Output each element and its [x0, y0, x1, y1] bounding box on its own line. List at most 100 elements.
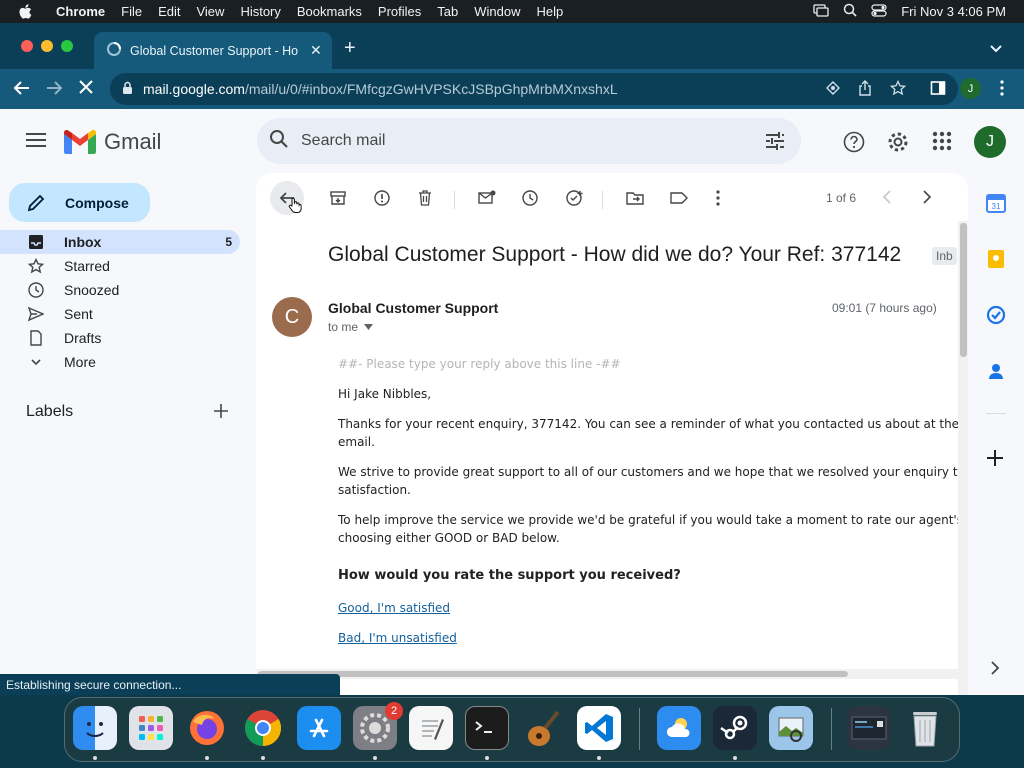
menu-tab[interactable]: Tab: [437, 4, 458, 19]
delete-trash-icon[interactable]: [418, 190, 432, 211]
side-panel-icon[interactable]: [930, 80, 946, 101]
menu-profiles[interactable]: Profiles: [378, 4, 421, 19]
dock-separator: [831, 708, 832, 750]
screenshot-thumbnail-icon[interactable]: [847, 706, 891, 750]
sidebar-item-inbox[interactable]: Inbox 5: [0, 230, 240, 254]
sidebar-item-snoozed[interactable]: Snoozed: [0, 278, 240, 302]
contacts-icon[interactable]: [986, 361, 1006, 386]
browser-tab-active[interactable]: Global Customer Support - Ho ✕: [94, 32, 332, 69]
scrollbar-thumb[interactable]: [258, 671, 848, 677]
screen-mirroring-icon[interactable]: [813, 3, 829, 20]
help-icon[interactable]: [843, 131, 865, 158]
search-icon[interactable]: [269, 129, 289, 154]
vscode-icon[interactable]: [577, 706, 621, 750]
sidebar-item-sent[interactable]: Sent: [0, 302, 240, 326]
more-options-dots-icon[interactable]: [716, 190, 720, 211]
menu-history[interactable]: History: [240, 4, 280, 19]
control-center-icon[interactable]: [871, 3, 887, 20]
menu-app-name[interactable]: Chrome: [56, 4, 105, 19]
tasks-icon[interactable]: [986, 305, 1006, 330]
new-tab-plus-icon[interactable]: +: [344, 37, 356, 60]
weather-icon[interactable]: [657, 706, 701, 750]
spotlight-search-icon[interactable]: [843, 3, 857, 20]
chrome-icon[interactable]: [241, 706, 285, 750]
get-add-ons-plus-icon[interactable]: [986, 449, 1004, 472]
forward-arrow-icon[interactable]: [45, 79, 63, 102]
sender-avatar[interactable]: C: [272, 297, 312, 337]
menu-clock[interactable]: Fri Nov 3 4:06 PM: [901, 4, 1006, 19]
draft-file-icon: [28, 330, 44, 349]
inbox-icon: [28, 234, 44, 253]
window-close-button[interactable]: [21, 40, 33, 52]
settings-gear-icon[interactable]: [887, 131, 909, 158]
steam-icon[interactable]: [713, 706, 757, 750]
sidebar-item-starred[interactable]: Starred: [0, 254, 240, 278]
sender-name[interactable]: Global Customer Support: [328, 300, 498, 316]
menu-file[interactable]: File: [121, 4, 142, 19]
menu-view[interactable]: View: [196, 4, 224, 19]
lock-icon[interactable]: [122, 81, 133, 98]
sidebar-item-drafts[interactable]: Drafts: [0, 326, 240, 350]
vertical-scrollbar[interactable]: [958, 221, 968, 695]
calendar-icon[interactable]: 31: [986, 193, 1006, 218]
keep-notes-icon[interactable]: [986, 249, 1006, 274]
share-icon[interactable]: [858, 80, 872, 101]
add-to-tasks-icon[interactable]: [566, 190, 584, 211]
search-input[interactable]: Search mail: [301, 132, 385, 150]
window-minimize-button[interactable]: [41, 40, 53, 52]
textedit-icon[interactable]: [409, 706, 453, 750]
snooze-clock-icon[interactable]: [522, 190, 538, 211]
expand-panel-chevron-icon[interactable]: [990, 661, 1000, 680]
tab-close-icon[interactable]: ✕: [310, 42, 322, 59]
scrollbar-thumb[interactable]: [960, 223, 967, 357]
move-to-folder-icon[interactable]: [626, 190, 644, 211]
rating-question: How would you rate the support you recei…: [338, 568, 681, 583]
add-label-plus-icon[interactable]: [214, 404, 228, 423]
older-chevron-right-icon[interactable]: [922, 190, 932, 209]
report-spam-icon[interactable]: [374, 190, 390, 211]
account-avatar[interactable]: J: [974, 126, 1006, 158]
search-mail-bar[interactable]: Search mail: [257, 118, 801, 164]
menu-help[interactable]: Help: [537, 4, 564, 19]
compose-button[interactable]: Compose: [9, 183, 150, 222]
notification-badge: 2: [385, 702, 403, 720]
launchpad-icon[interactable]: [129, 706, 173, 750]
tab-search-chevron-icon[interactable]: [990, 40, 1002, 58]
archive-icon[interactable]: [330, 190, 346, 211]
back-to-inbox-button[interactable]: [270, 181, 304, 215]
mark-unread-icon[interactable]: [478, 190, 496, 211]
preview-icon[interactable]: [769, 706, 813, 750]
google-apps-icon[interactable]: [932, 131, 952, 156]
bookmark-star-icon[interactable]: [889, 79, 907, 101]
chrome-menu-dots-icon[interactable]: [1000, 80, 1004, 101]
trash-icon[interactable]: [903, 706, 947, 750]
chrome-profile-avatar[interactable]: J: [960, 78, 981, 99]
recipient-details[interactable]: to me: [328, 320, 374, 334]
extension-diamond-icon[interactable]: [826, 81, 840, 100]
gmail-logo[interactable]: Gmail: [64, 129, 161, 155]
label-tag-icon[interactable]: [670, 190, 688, 211]
search-options-icon[interactable]: [765, 131, 785, 156]
main-menu-icon[interactable]: [26, 133, 46, 152]
system-settings-icon[interactable]: 2: [353, 702, 403, 750]
inbox-label-badge[interactable]: Inb: [932, 247, 957, 265]
sidebar-item-label: More: [64, 354, 96, 370]
rating-bad-link[interactable]: Bad, I'm unsatisfied: [338, 629, 958, 647]
apple-menu-icon[interactable]: [18, 3, 36, 20]
stop-loading-icon[interactable]: [78, 79, 94, 100]
newer-chevron-left-icon[interactable]: [882, 190, 892, 209]
menu-edit[interactable]: Edit: [158, 4, 180, 19]
window-zoom-button[interactable]: [61, 40, 73, 52]
rating-good-link[interactable]: Good, I'm satisfied: [338, 599, 958, 617]
running-indicator: [373, 756, 377, 760]
terminal-icon[interactable]: [465, 706, 509, 750]
garageband-guitar-icon[interactable]: [521, 706, 565, 750]
finder-icon[interactable]: [73, 706, 117, 750]
firefox-icon[interactable]: [185, 706, 229, 750]
sidebar-item-more[interactable]: More: [0, 350, 240, 374]
back-arrow-icon[interactable]: [13, 79, 31, 102]
app-store-icon[interactable]: [297, 706, 341, 750]
menu-bookmarks[interactable]: Bookmarks: [297, 4, 362, 19]
horizontal-scrollbar[interactable]: [256, 669, 968, 679]
menu-window[interactable]: Window: [474, 4, 520, 19]
